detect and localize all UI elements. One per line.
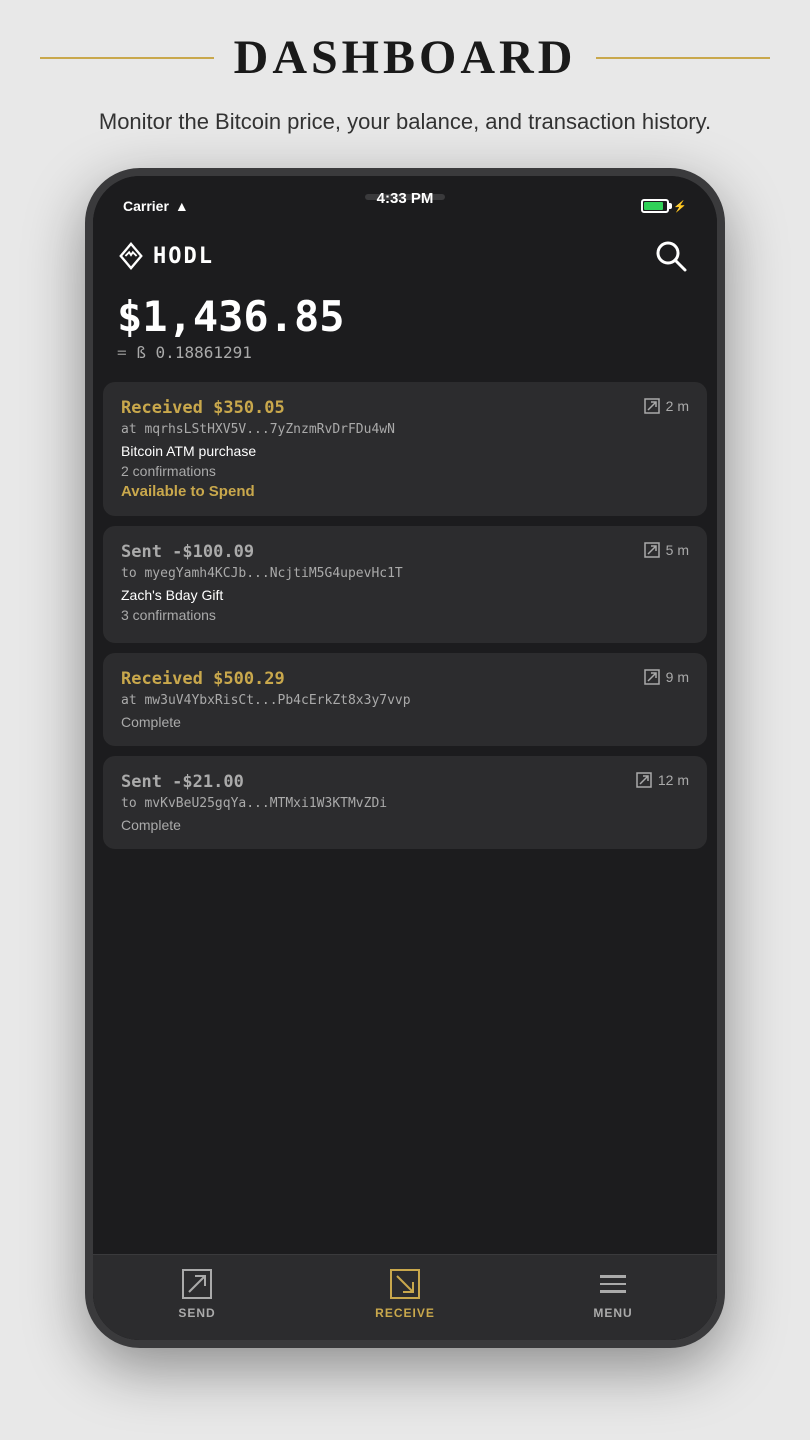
tx-amount-4: Sent -$21.00 [121,772,244,792]
menu-icon [600,1275,626,1293]
tx-address-1: at mqrhsLStHXV5V...7yZnzmRvDrFDu4wN [121,422,689,437]
tx-label-1: Bitcoin ATM purchase [121,443,689,459]
tx-received-icon-3 [644,669,660,685]
status-bar: Carrier ▲ 4:33 PM ⚡ [93,176,717,224]
tx-header-2: Sent -$100.09 5 m [121,542,689,562]
send-label: SEND [178,1306,215,1320]
tx-status-3: Complete [121,714,689,730]
send-icon [181,1268,213,1300]
menu-line-3 [600,1290,626,1293]
app-content: HODL $1,436.85 = ß 0.18861291 Receive [93,224,717,1340]
nav-send[interactable]: SEND [93,1267,301,1320]
app-header: HODL [93,224,717,284]
nav-menu[interactable]: MENU [509,1267,717,1320]
tx-address-2: to myegYamh4KCJb...NcjtiM5G4upevHc1T [121,566,689,581]
tx-amount-1: Received $350.05 [121,398,285,418]
carrier-text: Carrier [123,198,169,214]
app-name: HODL [153,244,214,269]
balance-section: $1,436.85 = ß 0.18861291 [93,284,717,382]
menu-nav-icon [596,1267,630,1301]
tx-time-3: 9 m [644,669,689,685]
receive-label: RECEIVE [375,1306,435,1320]
tx-address-3: at mw3uV4YbxRisCt...Pb4cErkZt8x3y7vvp [121,693,689,708]
tx-sent-icon-2 [644,542,660,558]
tx-time-value-3: 9 m [666,669,689,685]
tx-header-1: Received $350.05 2 m [121,398,689,418]
header-line-left [40,57,214,59]
status-time: 4:33 PM [377,190,434,207]
menu-label: MENU [593,1306,632,1320]
tx-received-icon-1 [644,398,660,414]
tx-status-4: Complete [121,817,689,833]
header-line-right [596,57,770,59]
tx-time-4: 12 m [636,772,689,788]
page-title: DASHBOARD [234,30,577,85]
tx-amount-3: Received $500.29 [121,669,285,689]
tx-header-4: Sent -$21.00 12 m [121,772,689,792]
battery-indicator: ⚡ [641,199,687,213]
tx-label-2: Zach's Bday Gift [121,587,689,603]
tx-time-value-4: 12 m [658,772,689,788]
transaction-card-4[interactable]: Sent -$21.00 12 m to mvKvBeU25gqYa...MTM… [103,756,707,849]
search-button[interactable] [649,234,693,278]
search-icon [653,238,689,274]
tx-confirmations-2: 3 confirmations [121,607,689,623]
nav-receive[interactable]: RECEIVE [301,1267,509,1320]
battery-fill [644,202,663,210]
menu-line-2 [600,1283,626,1286]
balance-btc-value: ß 0.18861291 [136,343,252,362]
menu-line-1 [600,1275,626,1278]
tx-status-1: Available to Spend [121,483,689,500]
tx-address-4: to mvKvBeU25gqYa...MTMxi1W3KTMvZDi [121,796,689,811]
tx-header-3: Received $500.29 9 m [121,669,689,689]
battery-icon [641,199,669,213]
hodl-logo: HODL [117,242,214,270]
page-subtitle: Monitor the Bitcoin price, your balance,… [19,95,791,168]
transaction-card-1[interactable]: Received $350.05 2 m at mqrhsLStHXV5V...… [103,382,707,516]
balance-equals: = [117,343,127,362]
tx-amount-2: Sent -$100.09 [121,542,254,562]
wifi-icon: ▲ [175,198,189,214]
battery-bolt-icon: ⚡ [673,200,687,213]
tx-sent-icon-4 [636,772,652,788]
hodl-diamond-icon [117,242,145,270]
transactions-list: Received $350.05 2 m at mqrhsLStHXV5V...… [93,382,717,1254]
phone-frame: Carrier ▲ 4:33 PM ⚡ HODL [85,168,725,1348]
tx-confirmations-1: 2 confirmations [121,463,689,479]
receive-nav-icon [388,1267,422,1301]
receive-icon [389,1268,421,1300]
tx-time-1: 2 m [644,398,689,414]
balance-usd: $1,436.85 [117,292,693,341]
page-header: DASHBOARD [0,0,810,95]
transaction-card-3[interactable]: Received $500.29 9 m at mw3uV4YbxRisCt..… [103,653,707,746]
tx-time-2: 5 m [644,542,689,558]
balance-btc: = ß 0.18861291 [117,343,693,362]
tx-time-value-1: 2 m [666,398,689,414]
bottom-nav: SEND RECEIVE [93,1254,717,1340]
carrier-wifi: Carrier ▲ [123,198,189,214]
transaction-card-2[interactable]: Sent -$100.09 5 m to myegYamh4KCJb...Ncj… [103,526,707,643]
tx-time-value-2: 5 m [666,542,689,558]
send-nav-icon [180,1267,214,1301]
